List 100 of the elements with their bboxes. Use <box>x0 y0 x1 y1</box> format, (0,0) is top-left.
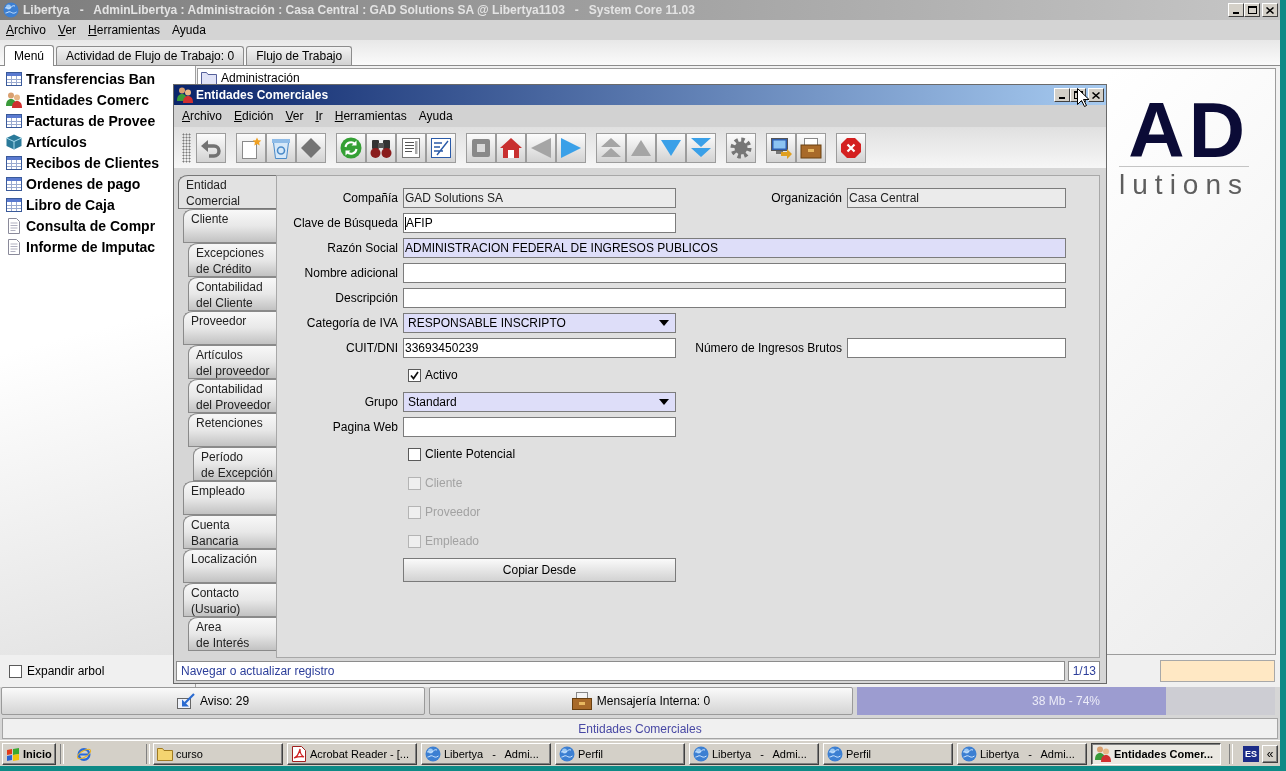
close-button[interactable] <box>1088 88 1104 102</box>
taskbar-button[interactable]: Acrobat Reader - [... <box>287 742 417 765</box>
text-field[interactable]: Casa Central <box>847 188 1066 208</box>
text-field[interactable]: ADMINISTRACION FEDERAL DE INGRESOS PUBLICOS <box>403 238 1066 258</box>
text-field[interactable]: 33693450239 <box>403 338 676 358</box>
side-tab[interactable]: Excepciones de Crédito <box>188 243 276 277</box>
diamond-icon <box>300 137 322 159</box>
menu-entry[interactable]: Facturas de Provee <box>26 112 156 129</box>
menu-entry[interactable]: Recibos de Clientes <box>26 154 160 171</box>
menu-entry[interactable]: Consulta de Compr <box>26 217 156 234</box>
menu-item[interactable]: Herramientas <box>82 23 167 37</box>
browser-icon[interactable] <box>76 745 92 762</box>
menu-item[interactable]: Ayuda <box>166 23 212 37</box>
side-tab[interactable]: Area de Interés <box>188 617 276 651</box>
side-tab[interactable]: Contabilidad del Proveedor <box>188 379 276 413</box>
toolbar-button[interactable] <box>766 133 796 163</box>
toolbar-grip[interactable] <box>182 133 191 163</box>
menu-item[interactable]: Ver <box>279 109 310 123</box>
menu-entry[interactable]: Informe de Imputac <box>26 238 156 255</box>
checkbox[interactable] <box>9 664 22 678</box>
menu-item[interactable]: Edición <box>228 109 280 123</box>
table-icon <box>6 112 22 129</box>
caret-icon <box>659 399 669 405</box>
menu-item[interactable]: Ayuda <box>412 109 459 123</box>
house-icon <box>500 137 522 159</box>
text-field[interactable] <box>847 338 1066 358</box>
side-tab[interactable]: Contabilidad del Cliente <box>188 277 276 311</box>
field-label: Grupo <box>364 395 398 409</box>
side-tab[interactable]: Período de Excepción <box>193 447 276 481</box>
taskbar-button[interactable]: Libertya - Admi... <box>957 742 1087 765</box>
taskbar-button[interactable]: Perfil <box>823 742 953 765</box>
maximize-button[interactable] <box>1244 3 1260 17</box>
window-title: Libertya - AdminLibertya : Administración : Casa Central : GAD Solutions SA @ Libertya1103 - System Core 11.03 <box>23 3 696 17</box>
people-icon <box>177 87 193 103</box>
document-icon <box>6 238 22 255</box>
checkbox[interactable] <box>408 447 421 461</box>
taskbar-button[interactable]: curso <box>153 742 283 765</box>
field-label: Pagina Web <box>332 420 398 434</box>
side-tab[interactable]: Retenciones <box>188 413 276 447</box>
start-button[interactable]: Inicio <box>2 742 56 765</box>
field-label: Número de Ingresos Brutos <box>695 341 842 355</box>
toolbar-button[interactable] <box>366 133 396 163</box>
cube-icon <box>6 133 22 150</box>
side-tab[interactable]: Localización <box>183 549 276 583</box>
side-tab[interactable]: Cliente <box>183 209 276 243</box>
tab[interactable]: Menú <box>4 45 55 66</box>
document-icon <box>400 137 422 159</box>
minimize-button[interactable] <box>1228 3 1244 17</box>
side-tab[interactable]: Empleado <box>183 481 276 515</box>
menu-entry[interactable]: Transferencias Ban <box>26 70 156 87</box>
language-indicator[interactable]: ES <box>1243 745 1259 762</box>
side-tab[interactable]: Proveedor <box>183 311 276 345</box>
menu-entry[interactable]: Ordenes de pago <box>26 175 141 192</box>
checkbox-label: Proveedor <box>425 505 481 519</box>
text-field[interactable] <box>403 288 1066 308</box>
text-field[interactable] <box>403 263 1066 283</box>
minimize-button[interactable] <box>1054 88 1070 102</box>
menu-item[interactable]: Ver <box>52 23 83 37</box>
tree-node[interactable]: Administración <box>221 71 300 85</box>
caret-icon <box>659 320 669 326</box>
messages-button[interactable]: Mensajería Interna: 0 <box>429 687 853 715</box>
tray-toggle-button[interactable]: « <box>1262 744 1278 763</box>
toolbar-button[interactable] <box>796 133 826 163</box>
checkbox-label: Empleado <box>425 534 480 548</box>
field-label: Clave de Búsqueda <box>293 216 398 230</box>
toolbar-button[interactable] <box>396 133 426 163</box>
menu-entry[interactable]: Artículos <box>26 133 87 150</box>
field-label: Organización <box>771 191 842 205</box>
close-icon <box>1266 6 1274 14</box>
close-button[interactable] <box>1262 3 1278 17</box>
text-field[interactable] <box>403 417 676 437</box>
toolbar-button[interactable] <box>496 133 526 163</box>
document-icon <box>291 745 307 762</box>
taskbar-button[interactable]: Entidades Comer... <box>1091 742 1221 765</box>
menu-entry[interactable]: Entidades Comerc <box>26 91 149 108</box>
menu-item[interactable]: Archivo <box>176 109 229 123</box>
taskbar-button[interactable]: Libertya - Admi... <box>689 742 819 765</box>
taskbar-button[interactable]: Perfil <box>555 742 685 765</box>
side-tab[interactable]: Cuenta Bancaria <box>183 515 276 549</box>
side-tab[interactable]: Artículos del proveedor <box>188 345 276 379</box>
dropdown[interactable]: RESPONSABLE INSCRIPTO <box>403 313 676 333</box>
tab[interactable]: Flujo de Trabajo <box>246 46 353 65</box>
taskbar-button[interactable]: Libertya - Admi... <box>421 742 551 765</box>
toolbar-button[interactable] <box>426 133 456 163</box>
notices-button[interactable]: Aviso: 29 <box>1 687 425 715</box>
text-field[interactable]: GAD Solutions SA <box>403 188 676 208</box>
tab[interactable]: Actividad de Flujo de Trabajo: 0 <box>56 46 245 65</box>
menu-entry[interactable]: Libro de Caja <box>26 196 115 213</box>
input-field[interactable] <box>1160 660 1275 682</box>
text-field[interactable]: AFIP <box>403 213 676 233</box>
dropdown[interactable]: Standard <box>403 392 676 412</box>
menu-item[interactable]: Archivo <box>0 23 53 37</box>
side-tab[interactable]: Entidad Comercial <box>178 175 276 209</box>
text-cursor-icon <box>405 216 406 230</box>
form-icon <box>430 137 452 159</box>
checkbox[interactable] <box>408 368 421 382</box>
menu-item[interactable]: Ir <box>309 109 329 123</box>
menu-item[interactable]: Herramientas <box>328 109 413 123</box>
side-tab[interactable]: Contacto (Usuario) <box>183 583 276 617</box>
action-button[interactable]: Copiar Desde <box>403 558 676 582</box>
